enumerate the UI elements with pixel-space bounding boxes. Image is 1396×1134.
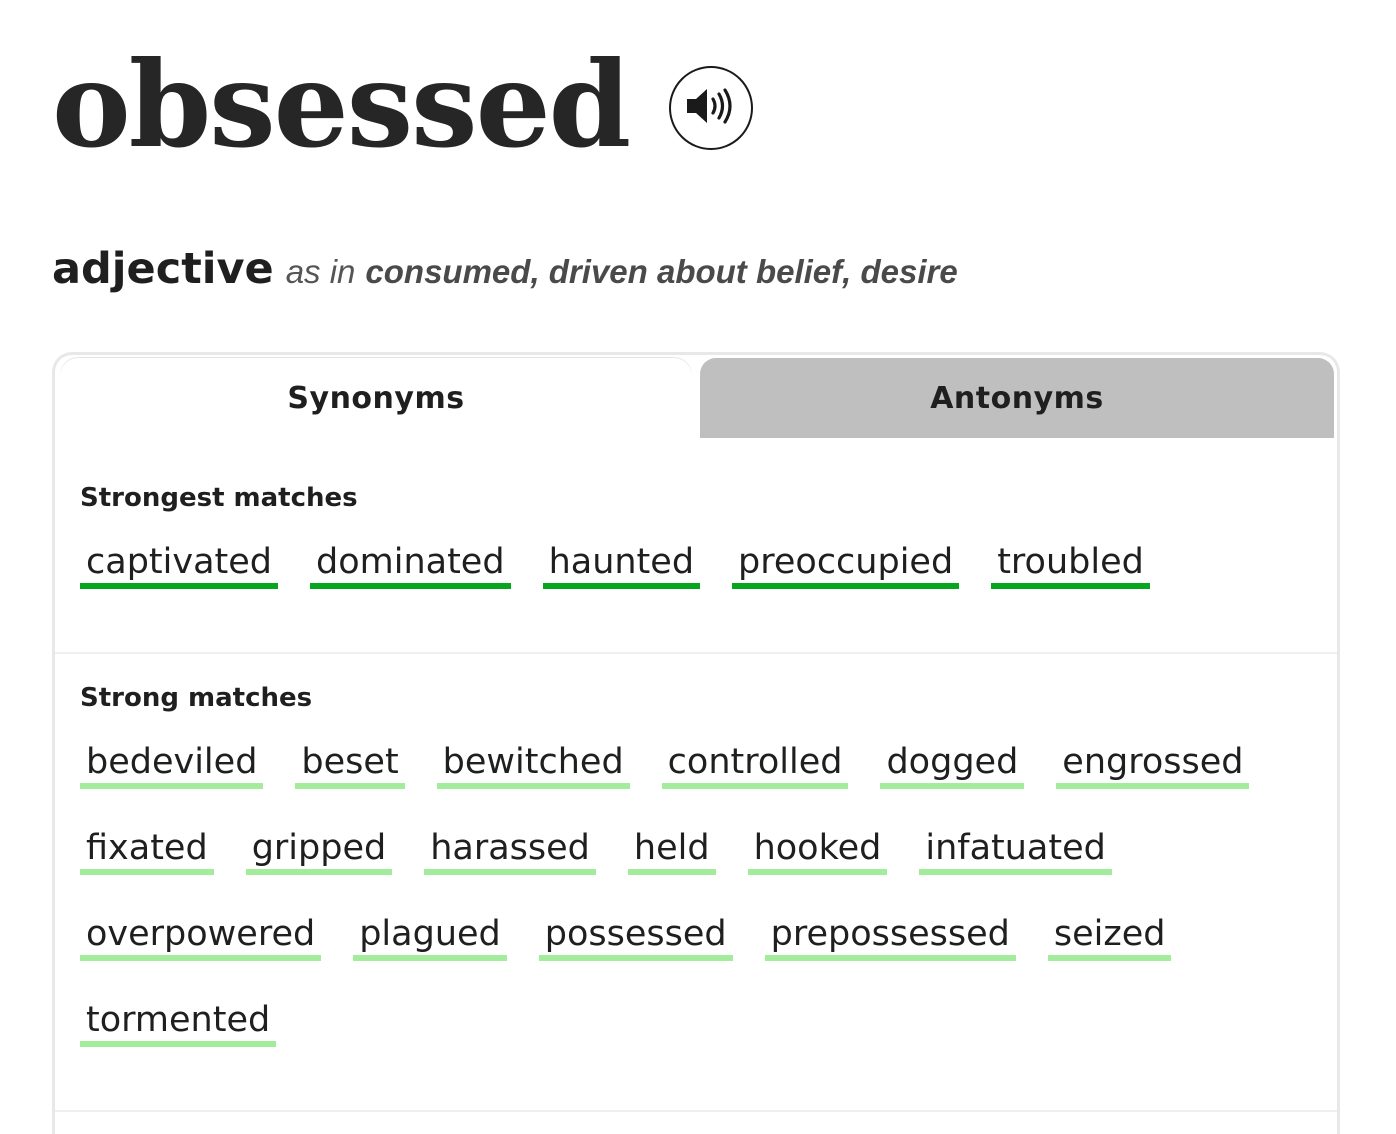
- synonym-link[interactable]: possessed: [538, 911, 733, 961]
- synonym-link[interactable]: beset: [295, 739, 405, 789]
- synonym-link[interactable]: dominated: [310, 539, 511, 589]
- synonym-link[interactable]: preoccupied: [732, 539, 960, 589]
- strongest-matches-list: captivated dominated haunted preoccupied tro…: [80, 539, 1300, 589]
- results-card: Synonyms Antonyms Strongest matches capt…: [52, 352, 1340, 1134]
- synonym-link[interactable]: prepossessed: [764, 911, 1016, 961]
- synonym-link[interactable]: overpowered: [80, 911, 322, 961]
- headword-row: obsessed: [52, 30, 754, 180]
- section-divider: [55, 1110, 1337, 1112]
- sense-description: consumed, driven about belief, desire: [365, 253, 958, 290]
- thesaurus-page: obsessed adjective as in consumed, drive…: [0, 0, 1396, 1134]
- synonym-link[interactable]: controlled: [661, 739, 849, 789]
- section-divider: [55, 652, 1337, 654]
- synonym-link[interactable]: plagued: [353, 911, 507, 961]
- synonym-link[interactable]: haunted: [542, 539, 701, 589]
- pronunciation-audio-button[interactable]: [669, 66, 754, 150]
- strong-matches-list: bedeviled beset bewitched controlled dogged e…: [80, 739, 1300, 1047]
- synonym-link[interactable]: infatuated: [919, 825, 1112, 875]
- tab-bar: Synonyms Antonyms: [60, 358, 1334, 438]
- synonym-link[interactable]: bedeviled: [80, 739, 264, 789]
- synonym-link[interactable]: bewitched: [436, 739, 630, 789]
- synonym-link[interactable]: gripped: [245, 825, 393, 875]
- tab-antonyms[interactable]: Antonyms: [700, 358, 1334, 438]
- synonym-link[interactable]: seized: [1047, 911, 1172, 961]
- synonym-link[interactable]: tormented: [80, 997, 277, 1047]
- definition-line: adjective as in consumed, driven about b…: [52, 244, 958, 294]
- section-title-strong: Strong matches: [80, 683, 313, 713]
- headword: obsessed: [52, 35, 631, 174]
- as-in-label: as in: [285, 253, 356, 290]
- synonym-link[interactable]: held: [627, 825, 716, 875]
- synonym-link[interactable]: harassed: [424, 825, 596, 875]
- tab-synonyms[interactable]: Synonyms: [60, 358, 692, 438]
- synonym-link[interactable]: fixated: [80, 825, 214, 875]
- synonym-link[interactable]: dogged: [880, 739, 1025, 789]
- synonym-link[interactable]: captivated: [80, 539, 278, 589]
- synonym-link[interactable]: troubled: [991, 539, 1150, 589]
- synonym-link[interactable]: engrossed: [1056, 739, 1250, 789]
- section-title-strongest: Strongest matches: [80, 483, 358, 513]
- synonym-link[interactable]: hooked: [747, 825, 888, 875]
- speaker-volume-icon: [685, 86, 737, 131]
- part-of-speech: adjective: [52, 244, 274, 294]
